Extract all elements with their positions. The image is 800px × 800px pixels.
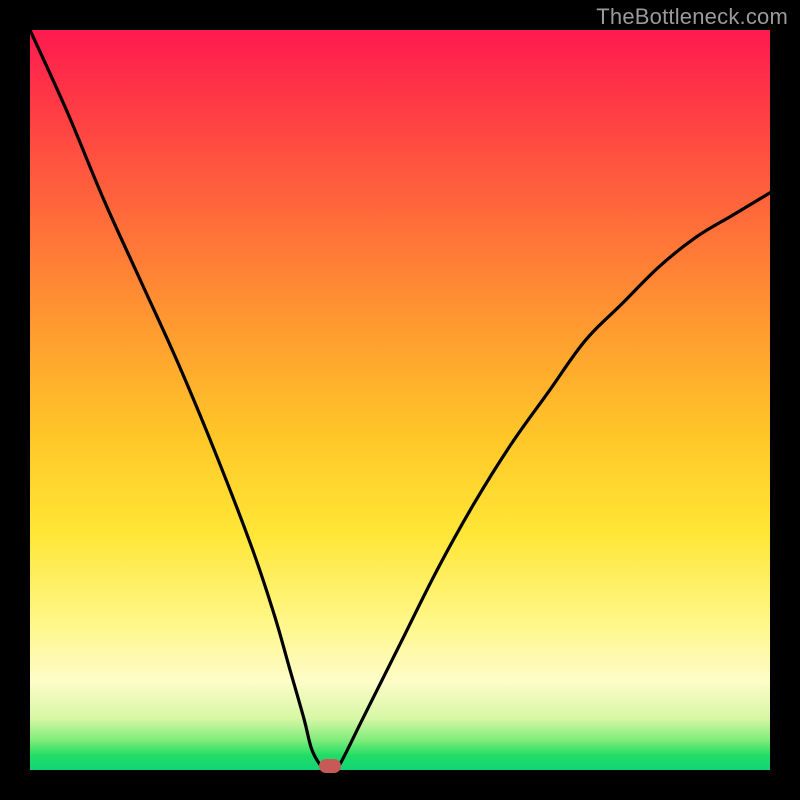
bottleneck-curve bbox=[30, 30, 770, 770]
optimum-marker bbox=[319, 759, 341, 773]
watermark-text: TheBottleneck.com bbox=[596, 4, 788, 30]
chart-frame: TheBottleneck.com bbox=[0, 0, 800, 800]
plot-area bbox=[30, 30, 770, 770]
